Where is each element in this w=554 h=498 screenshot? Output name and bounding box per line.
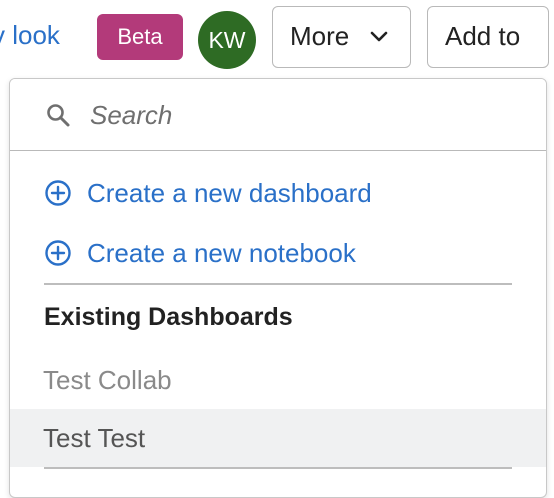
create-new-dashboard-label: Create a new dashboard	[87, 178, 372, 208]
top-toolbar: v look Beta KW More Add to	[0, 0, 554, 78]
create-new-notebook-label: Create a new notebook	[87, 238, 356, 268]
create-new-dashboard-item[interactable]: Create a new dashboard	[44, 173, 514, 213]
divider	[44, 467, 512, 469]
add-to-button[interactable]: Add to	[427, 6, 549, 68]
plus-circle-icon	[45, 180, 71, 206]
new-look-link[interactable]: v look	[0, 15, 80, 55]
create-new-notebook-item[interactable]: Create a new notebook	[44, 233, 514, 273]
search-row	[10, 79, 546, 151]
more-button[interactable]: More	[272, 6, 411, 68]
search-input[interactable]	[90, 95, 510, 135]
add-to-button-label: Add to	[445, 21, 521, 51]
existing-dashboards-heading: Existing Dashboards	[44, 303, 293, 331]
search-icon	[47, 104, 70, 127]
more-button-label: More	[290, 21, 350, 51]
divider	[44, 283, 512, 285]
dashboard-list-item[interactable]: Test Test	[10, 409, 546, 467]
plus-circle-icon	[45, 240, 71, 266]
user-avatar[interactable]: KW	[198, 11, 256, 69]
dashboard-list-item[interactable]: Test Collab	[10, 351, 546, 409]
beta-badge: Beta	[97, 14, 183, 60]
add-to-dropdown-menu: Create a new dashboard Create a new note…	[9, 78, 547, 498]
chevron-down-icon	[370, 31, 388, 42]
